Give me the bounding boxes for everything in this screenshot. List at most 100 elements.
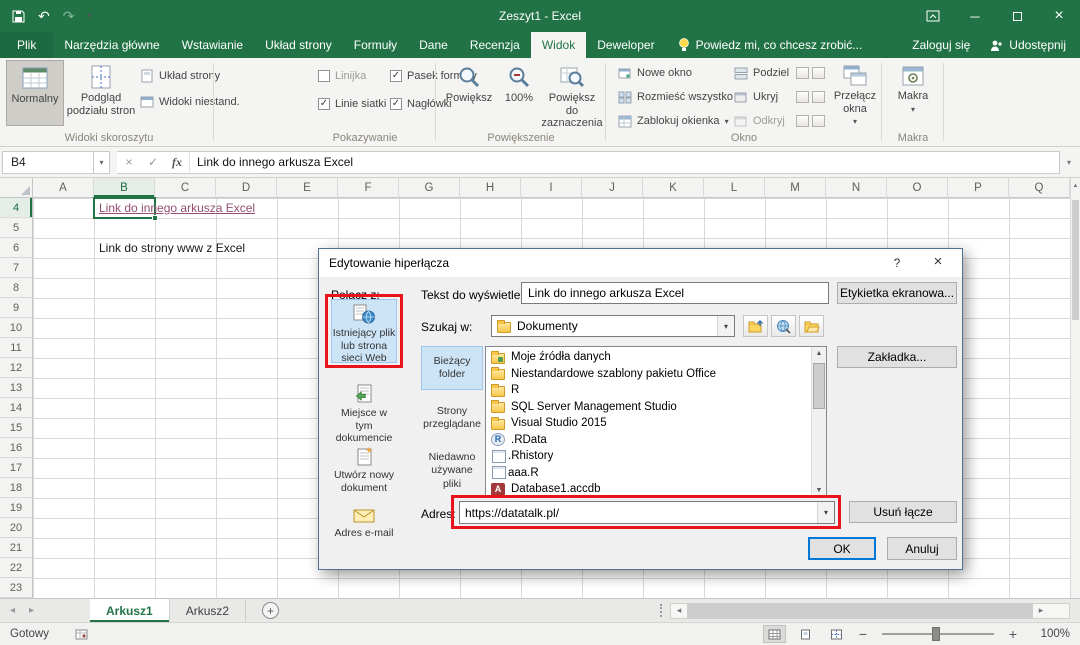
row-header[interactable]: 16	[0, 438, 33, 458]
dialog-titlebar[interactable]: Edytowanie hiperłącza ? ×	[319, 249, 962, 277]
row-header[interactable]: 22	[0, 558, 33, 578]
row-header[interactable]: 9	[0, 298, 33, 318]
tab-file[interactable]: Plik	[0, 32, 53, 58]
zoom-slider-thumb[interactable]	[932, 627, 940, 641]
unhide-button[interactable]: Odkryj	[734, 115, 785, 128]
reset-window-position-icon[interactable]	[796, 115, 809, 127]
column-header[interactable]: C	[155, 178, 216, 198]
cell-b6-text[interactable]: Link do strony www z Excel	[99, 241, 245, 255]
zoom-button[interactable]: Powiększ	[442, 60, 496, 126]
zoom-in-icon[interactable]: +	[1006, 626, 1020, 642]
macros-button[interactable]: Makra ▾	[890, 60, 936, 126]
horizontal-scrollbar[interactable]: ◂ ▸	[670, 603, 1070, 619]
split-button[interactable]: Podziel	[734, 67, 789, 80]
row-header[interactable]: 6	[0, 238, 33, 258]
view-normal-button[interactable]	[763, 625, 786, 643]
row-header[interactable]: 12	[0, 358, 33, 378]
link-to-place-in-document-button[interactable]: Miejsce w tym dokumencie	[331, 379, 397, 431]
look-in-dropdown-icon[interactable]: ▾	[717, 316, 734, 336]
view-page-break-button[interactable]	[825, 625, 848, 643]
recent-files-button[interactable]: Niedawno używane pliki	[421, 446, 483, 496]
synchronous-scrolling-icon[interactable]	[796, 91, 809, 103]
file-item[interactable]: Niestandardowe szablony pakietu Office	[486, 366, 810, 383]
select-all-corner[interactable]	[0, 178, 33, 198]
macro-record-icon[interactable]	[75, 629, 88, 640]
column-header[interactable]: K	[643, 178, 704, 198]
browse-file-button[interactable]	[799, 315, 824, 337]
new-sheet-button[interactable]: +	[262, 602, 279, 619]
column-header[interactable]: I	[521, 178, 582, 198]
column-header[interactable]: B	[94, 178, 155, 198]
column-header[interactable]: N	[826, 178, 887, 198]
minimize-button[interactable]: ─	[954, 0, 996, 32]
switch-windows-button[interactable]: Przełącz okna ▾	[830, 60, 880, 126]
look-in-combobox[interactable]: Dokumenty ▾	[491, 315, 735, 337]
column-header[interactable]: O	[887, 178, 948, 198]
column-header[interactable]: J	[582, 178, 643, 198]
customize-qat-icon[interactable]: ▾	[87, 12, 91, 20]
tab-review[interactable]: Recenzja	[459, 32, 531, 58]
row-header[interactable]: 8	[0, 278, 33, 298]
column-header[interactable]: H	[460, 178, 521, 198]
undo-icon[interactable]: ↶	[38, 9, 50, 23]
address-combobox[interactable]: https://datatalk.pl/ ▾	[459, 501, 835, 524]
save-icon[interactable]	[12, 10, 25, 23]
scroll-up-icon[interactable]: ▲	[812, 350, 826, 357]
new-window-button[interactable]: Nowe okno	[618, 67, 692, 80]
scroll-left-icon[interactable]: ◂	[671, 605, 687, 616]
row-header[interactable]: 15	[0, 418, 33, 438]
tab-developer[interactable]: Deweloper	[586, 32, 665, 58]
row-header[interactable]: 14	[0, 398, 33, 418]
zoom-percent-label[interactable]: 100%	[1028, 628, 1070, 640]
zoom-slider[interactable]	[882, 633, 994, 635]
row-header[interactable]: 18	[0, 478, 33, 498]
row-header[interactable]: 20	[0, 518, 33, 538]
dialog-help-button[interactable]: ?	[880, 249, 914, 277]
row-header[interactable]: 7	[0, 258, 33, 278]
bookmark-button[interactable]: Zakładka...	[837, 346, 957, 368]
name-box[interactable]: B4	[2, 151, 94, 174]
column-header[interactable]: Q	[1009, 178, 1070, 198]
expand-formula-bar-icon[interactable]: ▾	[1060, 158, 1078, 167]
sign-in-link[interactable]: Zaloguj się	[912, 38, 970, 52]
display-text-input[interactable]: Link do innego arkusza Excel	[521, 282, 829, 304]
row-header[interactable]: 23	[0, 578, 33, 598]
name-box-dropdown-icon[interactable]: ▾	[94, 151, 110, 174]
zoom-to-selection-button[interactable]: Powiększ do zaznaczenia	[542, 60, 602, 126]
browsed-pages-button[interactable]: Strony przeglądane	[421, 396, 483, 440]
dialog-close-button[interactable]: ×	[918, 249, 958, 277]
file-item[interactable]: R	[486, 382, 810, 399]
column-header[interactable]: E	[277, 178, 338, 198]
view-page-layout-button[interactable]	[794, 625, 817, 643]
tell-me-box[interactable]: Powiedz mi, co chcesz zrobić...	[666, 32, 875, 58]
freeze-panes-button[interactable]: Zablokuj okienka ▾	[618, 115, 729, 128]
insert-function-icon[interactable]: fx	[165, 151, 189, 174]
file-list-scrollbar[interactable]: ▲ ▼	[811, 347, 826, 497]
vertical-scrollbar[interactable]: ▲	[1070, 178, 1080, 598]
browse-web-button[interactable]	[771, 315, 796, 337]
formula-bar-splitter[interactable]	[110, 151, 117, 174]
column-header[interactable]: D	[216, 178, 277, 198]
close-button[interactable]: ×	[1038, 0, 1080, 32]
sheet-nav-left-icon[interactable]: ◂	[10, 605, 15, 616]
hide-button[interactable]: Ukryj	[734, 91, 778, 104]
link-to-email-button[interactable]: Adres e-mail	[331, 503, 397, 549]
file-item[interactable]: Database1.accdb	[486, 481, 810, 498]
column-header[interactable]: A	[33, 178, 94, 198]
redo-icon[interactable]: ↷	[63, 9, 75, 23]
share-button[interactable]: Udostępnij	[990, 38, 1066, 52]
view-side-by-side-icon[interactable]	[796, 67, 809, 79]
page-layout-view-button[interactable]: Układ strony	[140, 69, 220, 83]
page-break-preview-button[interactable]: Podgląd podziału stron	[66, 60, 136, 126]
column-header[interactable]: F	[338, 178, 399, 198]
fill-handle[interactable]	[152, 215, 158, 221]
ribbon-display-options-icon[interactable]	[912, 0, 954, 32]
zoom-out-icon[interactable]: −	[856, 626, 870, 642]
file-list-scrollbar-thumb[interactable]	[813, 363, 825, 409]
row-header[interactable]: 21	[0, 538, 33, 558]
screen-tip-button[interactable]: Etykietka ekranowa...	[837, 282, 957, 304]
tab-data[interactable]: Dane	[408, 32, 459, 58]
tab-splitter[interactable]	[660, 604, 662, 617]
current-folder-button[interactable]: Bieżący folder	[421, 346, 483, 390]
window-option-icon[interactable]	[812, 91, 825, 103]
